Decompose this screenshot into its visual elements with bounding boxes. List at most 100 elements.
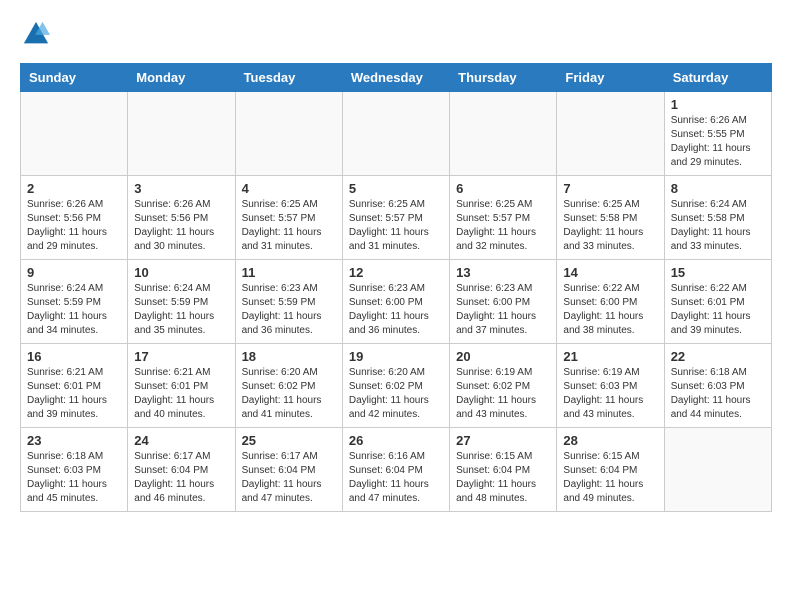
- day-info: Sunrise: 6:24 AM Sunset: 5:58 PM Dayligh…: [671, 198, 765, 254]
- calendar-cell: 25 Sunrise: 6:17 AM Sunset: 6:04 PM Dayli…: [235, 428, 342, 512]
- day-number: 6: [456, 181, 550, 196]
- calendar-col-header: Friday: [557, 64, 664, 92]
- day-number: 17: [134, 349, 228, 364]
- calendar-week-row: 23 Sunrise: 6:18 AM Sunset: 6:03 PM Dayli…: [21, 428, 772, 512]
- day-info: Sunrise: 6:25 AM Sunset: 5:57 PM Dayligh…: [349, 198, 443, 254]
- day-info: Sunrise: 6:25 AM Sunset: 5:58 PM Dayligh…: [563, 198, 657, 254]
- day-info: Sunrise: 6:17 AM Sunset: 6:04 PM Dayligh…: [134, 450, 228, 506]
- day-number: 11: [242, 265, 336, 280]
- day-info: Sunrise: 6:18 AM Sunset: 6:03 PM Dayligh…: [27, 450, 121, 506]
- calendar-col-header: Wednesday: [342, 64, 449, 92]
- day-number: 23: [27, 433, 121, 448]
- calendar-cell: 13 Sunrise: 6:23 AM Sunset: 6:00 PM Dayli…: [450, 260, 557, 344]
- day-info: Sunrise: 6:23 AM Sunset: 6:00 PM Dayligh…: [456, 282, 550, 338]
- logo-icon: [22, 20, 50, 48]
- calendar-cell: 21 Sunrise: 6:19 AM Sunset: 6:03 PM Dayli…: [557, 344, 664, 428]
- day-number: 15: [671, 265, 765, 280]
- calendar-header: SundayMondayTuesdayWednesdayThursdayFrid…: [21, 64, 772, 92]
- day-number: 5: [349, 181, 443, 196]
- day-number: 27: [456, 433, 550, 448]
- day-number: 22: [671, 349, 765, 364]
- calendar-cell: [128, 92, 235, 176]
- day-number: 14: [563, 265, 657, 280]
- calendar-cell: 23 Sunrise: 6:18 AM Sunset: 6:03 PM Dayli…: [21, 428, 128, 512]
- day-info: Sunrise: 6:22 AM Sunset: 6:01 PM Dayligh…: [671, 282, 765, 338]
- day-number: 26: [349, 433, 443, 448]
- day-info: Sunrise: 6:26 AM Sunset: 5:55 PM Dayligh…: [671, 114, 765, 170]
- calendar-cell: [450, 92, 557, 176]
- day-info: Sunrise: 6:19 AM Sunset: 6:03 PM Dayligh…: [563, 366, 657, 422]
- calendar-cell: 7 Sunrise: 6:25 AM Sunset: 5:58 PM Daylig…: [557, 176, 664, 260]
- day-number: 13: [456, 265, 550, 280]
- calendar-cell: [557, 92, 664, 176]
- calendar-cell: 28 Sunrise: 6:15 AM Sunset: 6:04 PM Dayli…: [557, 428, 664, 512]
- calendar-table: SundayMondayTuesdayWednesdayThursdayFrid…: [20, 63, 772, 512]
- calendar-cell: 12 Sunrise: 6:23 AM Sunset: 6:00 PM Dayli…: [342, 260, 449, 344]
- calendar-cell: 18Sunrise: 6:20 AM Sunset: 6:02 PM Dayli…: [235, 344, 342, 428]
- day-number: 12: [349, 265, 443, 280]
- page-header: [20, 20, 772, 53]
- calendar-body: 1 Sunrise: 6:26 AM Sunset: 5:55 PM Daylig…: [21, 92, 772, 512]
- calendar-cell: 20 Sunrise: 6:19 AM Sunset: 6:02 PM Dayli…: [450, 344, 557, 428]
- calendar-cell: 11 Sunrise: 6:23 AM Sunset: 5:59 PM Dayli…: [235, 260, 342, 344]
- calendar-cell: 17 Sunrise: 6:21 AM Sunset: 6:01 PM Dayli…: [128, 344, 235, 428]
- day-info: Sunrise: 6:19 AM Sunset: 6:02 PM Dayligh…: [456, 366, 550, 422]
- day-info: Sunrise: 6:24 AM Sunset: 5:59 PM Dayligh…: [27, 282, 121, 338]
- day-info: Sunrise: 6:22 AM Sunset: 6:00 PM Dayligh…: [563, 282, 657, 338]
- calendar-col-header: Tuesday: [235, 64, 342, 92]
- day-number: 20: [456, 349, 550, 364]
- day-info: Sunrise: 6:15 AM Sunset: 6:04 PM Dayligh…: [563, 450, 657, 506]
- calendar-cell: 4Sunrise: 6:25 AM Sunset: 5:57 PM Daylig…: [235, 176, 342, 260]
- calendar-cell: 8 Sunrise: 6:24 AM Sunset: 5:58 PM Daylig…: [664, 176, 771, 260]
- calendar-col-header: Monday: [128, 64, 235, 92]
- day-info: Sunrise: 6:25 AM Sunset: 5:57 PM Dayligh…: [242, 198, 336, 254]
- day-number: 7: [563, 181, 657, 196]
- calendar-cell: [664, 428, 771, 512]
- calendar-cell: [21, 92, 128, 176]
- calendar-cell: 27Sunrise: 6:15 AM Sunset: 6:04 PM Dayli…: [450, 428, 557, 512]
- day-number: 24: [134, 433, 228, 448]
- calendar-cell: 2Sunrise: 6:26 AM Sunset: 5:56 PM Daylig…: [21, 176, 128, 260]
- calendar-col-header: Saturday: [664, 64, 771, 92]
- day-number: 10: [134, 265, 228, 280]
- day-info: Sunrise: 6:18 AM Sunset: 6:03 PM Dayligh…: [671, 366, 765, 422]
- calendar-cell: 16 Sunrise: 6:21 AM Sunset: 6:01 PM Dayli…: [21, 344, 128, 428]
- day-number: 25: [242, 433, 336, 448]
- day-number: 16: [27, 349, 121, 364]
- day-number: 8: [671, 181, 765, 196]
- day-info: Sunrise: 6:23 AM Sunset: 6:00 PM Dayligh…: [349, 282, 443, 338]
- day-info: Sunrise: 6:25 AM Sunset: 5:57 PM Dayligh…: [456, 198, 550, 254]
- calendar-cell: 9 Sunrise: 6:24 AM Sunset: 5:59 PM Daylig…: [21, 260, 128, 344]
- day-info: Sunrise: 6:21 AM Sunset: 6:01 PM Dayligh…: [134, 366, 228, 422]
- calendar-cell: [235, 92, 342, 176]
- day-number: 21: [563, 349, 657, 364]
- calendar-week-row: 1 Sunrise: 6:26 AM Sunset: 5:55 PM Daylig…: [21, 92, 772, 176]
- day-number: 1: [671, 97, 765, 112]
- day-number: 28: [563, 433, 657, 448]
- calendar-cell: 10 Sunrise: 6:24 AM Sunset: 5:59 PM Dayli…: [128, 260, 235, 344]
- calendar-week-row: 2 Sunrise: 6:26 AM Sunset: 5:56 PM Daylig…: [21, 176, 772, 260]
- day-info: Sunrise: 6:20 AM Sunset: 6:02 PM Dayligh…: [349, 366, 443, 422]
- calendar-cell: 19 Sunrise: 6:20 AM Sunset: 6:02 PM Dayli…: [342, 344, 449, 428]
- logo: [20, 20, 50, 53]
- day-number: 19: [349, 349, 443, 364]
- day-number: 2: [27, 181, 121, 196]
- day-info: Sunrise: 6:17 AM Sunset: 6:04 PM Dayligh…: [242, 450, 336, 506]
- day-number: 9: [27, 265, 121, 280]
- calendar-cell: 14 Sunrise: 6:22 AM Sunset: 6:00 PM Dayli…: [557, 260, 664, 344]
- calendar-cell: 24 Sunrise: 6:17 AM Sunset: 6:04 PM Dayli…: [128, 428, 235, 512]
- calendar-cell: 15 Sunrise: 6:22 AM Sunset: 6:01 PM Dayli…: [664, 260, 771, 344]
- calendar-col-header: Sunday: [21, 64, 128, 92]
- calendar-cell: [342, 92, 449, 176]
- calendar-cell: 5 Sunrise: 6:25 AM Sunset: 5:57 PM Daylig…: [342, 176, 449, 260]
- day-info: Sunrise: 6:23 AM Sunset: 5:59 PM Dayligh…: [242, 282, 336, 338]
- day-info: Sunrise: 6:20 AM Sunset: 6:02 PM Dayligh…: [242, 366, 336, 422]
- day-info: Sunrise: 6:24 AM Sunset: 5:59 PM Dayligh…: [134, 282, 228, 338]
- calendar-col-header: Thursday: [450, 64, 557, 92]
- calendar-cell: 22 Sunrise: 6:18 AM Sunset: 6:03 PM Dayli…: [664, 344, 771, 428]
- day-info: Sunrise: 6:26 AM Sunset: 5:56 PM Dayligh…: [134, 198, 228, 254]
- day-number: 3: [134, 181, 228, 196]
- calendar-cell: 6 Sunrise: 6:25 AM Sunset: 5:57 PM Daylig…: [450, 176, 557, 260]
- day-info: Sunrise: 6:21 AM Sunset: 6:01 PM Dayligh…: [27, 366, 121, 422]
- calendar-week-row: 16 Sunrise: 6:21 AM Sunset: 6:01 PM Dayli…: [21, 344, 772, 428]
